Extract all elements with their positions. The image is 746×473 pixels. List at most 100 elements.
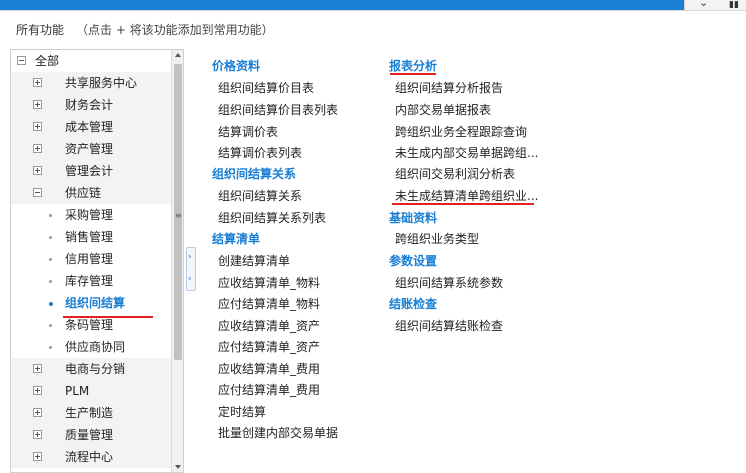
section-settlement-list: 结算清单 (212, 232, 261, 246)
tree-item-credit[interactable]: 信用管理 (11, 248, 171, 270)
expand-icon[interactable] (33, 452, 42, 461)
annotation-underline (390, 73, 436, 75)
function-link[interactable]: 组织间交易利润分析表 (395, 165, 515, 182)
tree-item-supply-chain[interactable]: 供应链 (11, 182, 171, 204)
expand-icon[interactable] (33, 430, 42, 439)
bullet-icon (49, 302, 53, 306)
tree-item-quality[interactable]: 质量管理 (11, 424, 171, 446)
function-link[interactable]: 批量创建内部交易单据 (218, 424, 338, 441)
function-link[interactable]: 组织间结算结账检查 (395, 317, 503, 334)
expand-icon[interactable] (33, 166, 42, 175)
section-price-data: 价格资料 (212, 59, 261, 73)
function-link[interactable]: 组织间结算关系列表 (218, 209, 326, 226)
tree-item-ecommerce[interactable]: 电商与分销 (11, 358, 171, 380)
function-link[interactable]: 跨组织业务类型 (395, 230, 479, 247)
function-link[interactable]: 跨组织业务全程跟踪查询 (395, 123, 527, 140)
function-link[interactable]: 组织间结算关系 (218, 187, 302, 204)
tree-item-label: 供应链 (65, 186, 102, 200)
tree-item-manufacturing[interactable]: 生产制造 (11, 402, 171, 424)
tree-item-workflow[interactable]: 流程中心 (11, 446, 171, 468)
tree-item-purchase[interactable]: 采购管理 (11, 204, 171, 226)
function-link[interactable]: 组织间结算系统参数 (395, 274, 503, 291)
function-link[interactable]: 结算调价表列表 (218, 144, 302, 161)
tree-item-label: 信用管理 (65, 252, 114, 266)
tree-item-cost[interactable]: 成本管理 (11, 116, 171, 138)
chevron-right-icon[interactable]: › (188, 252, 192, 262)
window-title-bar (0, 0, 746, 10)
all-functions-panel: 所有功能 （点击 + 将该功能添加到常用功能） 全部 共享服务中心 财务会计 成… (0, 10, 746, 473)
tree-item-inventory[interactable]: 库存管理 (11, 270, 171, 292)
bullet-icon (49, 236, 52, 239)
tree-item-management-accounting[interactable]: 管理会计 (11, 160, 171, 182)
function-link[interactable]: 组织间结算价目表 (218, 79, 314, 96)
tree-item-asset[interactable]: 资产管理 (11, 138, 171, 160)
function-link[interactable]: 未生成结算清单跨组织业... (395, 187, 538, 204)
tree-root[interactable]: 全部 (11, 50, 171, 72)
panel-toggle-handle[interactable]: › ‹ (186, 247, 196, 291)
function-link[interactable]: 应付结算清单_物料 (218, 295, 320, 312)
tree-item-label: 销售管理 (65, 230, 114, 244)
expand-icon[interactable] (33, 122, 42, 131)
function-link[interactable]: 应收结算清单_物料 (218, 274, 320, 291)
tree-item-label: 生产制造 (65, 406, 114, 420)
bullet-icon (49, 324, 52, 327)
collapse-icon[interactable] (33, 188, 42, 197)
bullet-icon (49, 214, 52, 217)
function-link[interactable]: 定时结算 (218, 403, 266, 420)
tree-item-label: 采购管理 (65, 208, 114, 222)
tree-item-label: 质量管理 (65, 428, 114, 442)
bullet-icon (49, 258, 52, 261)
panel-hint: （点击 + 将该功能添加到常用功能） (76, 23, 274, 37)
tree-root-label: 全部 (35, 54, 60, 68)
expand-icon[interactable] (33, 364, 42, 373)
tree-item-label: 库存管理 (65, 274, 114, 288)
function-link[interactable]: 内部交易单据报表 (395, 101, 491, 118)
tree-item-label: 电商与分销 (65, 362, 126, 376)
section-report-analysis: 报表分析 (389, 59, 438, 73)
scroll-up-icon[interactable] (175, 53, 181, 57)
annotation-underline (392, 203, 534, 205)
tree-item-label: 组织间结算 (65, 296, 126, 310)
grip-icon: ≡ (175, 211, 182, 220)
collapse-icon[interactable] (17, 56, 26, 65)
tree-item-label: 成本管理 (65, 120, 114, 134)
expand-icon[interactable] (33, 386, 42, 395)
bullet-icon (49, 346, 52, 349)
tree-item-intercompany-settlement[interactable]: 组织间结算 (11, 292, 171, 314)
function-link[interactable]: 应付结算清单_资产 (218, 338, 320, 355)
tree-item-shared-service[interactable]: 共享服务中心 (11, 72, 171, 94)
function-link[interactable]: 应收结算清单_资产 (218, 317, 320, 334)
tree-item-label: 管理会计 (65, 164, 114, 178)
tree-item-sales[interactable]: 销售管理 (11, 226, 171, 248)
section-basic-data: 基础资料 (389, 211, 438, 225)
chevron-left-icon[interactable]: ‹ (188, 274, 192, 284)
title-bar-tools: ⌄ ▮▮ (684, 0, 746, 10)
function-link[interactable]: 结算调价表 (218, 123, 278, 140)
chevron-down-icon[interactable]: ⌄ (699, 0, 708, 9)
section-closing-check: 结账检查 (389, 297, 438, 311)
function-tree: 全部 共享服务中心 财务会计 成本管理 资产管理 管理会计 供应链 采购管理 销… (10, 49, 184, 473)
tree-item-label: 资产管理 (65, 142, 114, 156)
tree-scrollbar[interactable]: ≡ (171, 50, 183, 472)
bullet-icon (49, 280, 52, 283)
function-link[interactable]: 未生成内部交易单据跨组... (395, 144, 538, 161)
tree-item-finance[interactable]: 财务会计 (11, 94, 171, 116)
tree-item-label: PLM (65, 384, 90, 398)
grid-icon[interactable]: ▮▮ (729, 0, 739, 10)
section-settlement-relation: 组织间结算关系 (212, 167, 297, 181)
expand-icon[interactable] (33, 144, 42, 153)
tree-item-plm[interactable]: PLM (11, 380, 171, 402)
tree-item-label: 财务会计 (65, 98, 114, 112)
function-link[interactable]: 组织间结算价目表列表 (218, 101, 338, 118)
function-link[interactable]: 应收结算清单_费用 (218, 360, 320, 377)
tree-item-supplier-collab[interactable]: 供应商协同 (11, 336, 171, 358)
expand-icon[interactable] (33, 408, 42, 417)
scroll-down-icon[interactable] (175, 465, 181, 469)
section-parameter-settings: 参数设置 (389, 254, 438, 268)
function-link[interactable]: 创建结算清单 (218, 252, 290, 269)
expand-icon[interactable] (33, 100, 42, 109)
panel-title: 所有功能 (16, 23, 65, 37)
function-link[interactable]: 组织间结算分析报告 (395, 79, 503, 96)
function-link[interactable]: 应付结算清单_费用 (218, 381, 320, 398)
expand-icon[interactable] (33, 78, 42, 87)
